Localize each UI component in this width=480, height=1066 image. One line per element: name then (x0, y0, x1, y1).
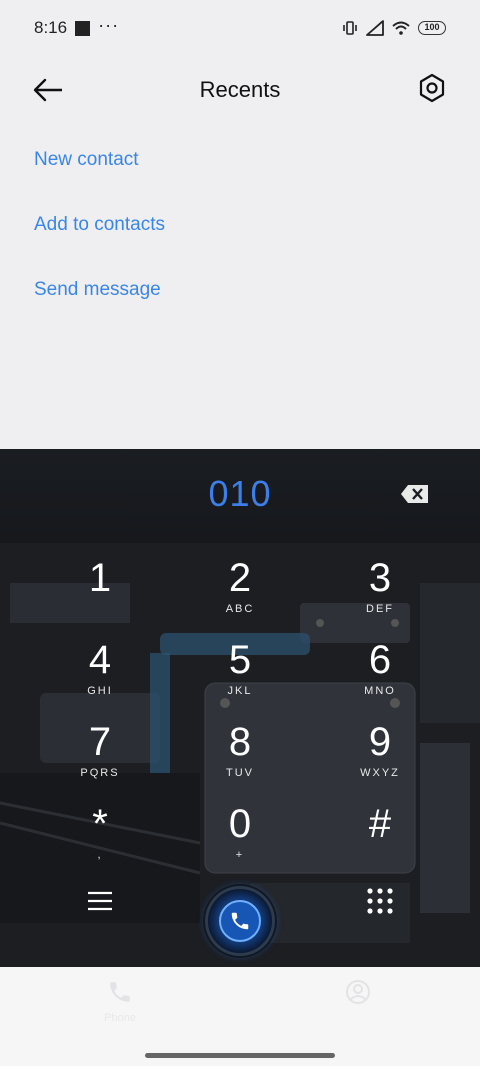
key-digit: 8 (228, 720, 252, 764)
menu-icon[interactable] (86, 889, 114, 913)
status-left: 8:16 ··· (34, 14, 120, 39)
wifi-icon (392, 21, 410, 35)
key-digit: 7 (88, 720, 112, 764)
bottom-nav: Phone (0, 967, 480, 1066)
key-letters: GHI (87, 685, 113, 697)
status-bar: 8:16 ··· 100 (0, 0, 480, 56)
phone-icon (231, 912, 249, 930)
vibrate-icon (343, 21, 357, 35)
key-digit: # (368, 802, 392, 846)
key-letters: , (97, 849, 103, 861)
key-letters: + (235, 849, 245, 861)
add-to-contacts-link[interactable]: Add to contacts (34, 205, 165, 270)
gear-icon[interactable] (416, 72, 448, 104)
home-indicator[interactable] (145, 1053, 335, 1058)
contacts-icon (346, 980, 370, 1004)
key-star[interactable]: * , (40, 801, 160, 881)
key-digit: 0 (228, 802, 252, 846)
tab-contacts[interactable] (328, 979, 388, 1010)
key-digit: 4 (88, 638, 112, 682)
key-digit: 9 (368, 720, 392, 764)
tab-phone[interactable]: Phone (90, 979, 150, 1024)
new-contact-link[interactable]: New contact (34, 140, 165, 205)
notification-square-icon (75, 20, 91, 36)
key-letters: ABC (225, 603, 255, 615)
status-right: 100 (342, 20, 446, 36)
key-6[interactable]: 6 MNO (320, 637, 440, 717)
key-digit: 3 (368, 556, 392, 600)
more-notifications-icon: ··· (98, 14, 120, 35)
call-button-inner (219, 900, 261, 942)
key-8[interactable]: 8 TUV (180, 719, 300, 799)
key-letters: WXYZ (360, 767, 400, 779)
phone-icon (110, 982, 130, 1002)
call-button[interactable] (208, 889, 272, 953)
key-digit: 5 (228, 638, 252, 682)
page-title: Recents (199, 77, 281, 102)
key-digit: * (92, 802, 108, 846)
key-letters: TUV (226, 767, 254, 779)
key-hash[interactable]: # (320, 801, 440, 881)
arrow-left-icon[interactable] (30, 74, 66, 106)
tab-phone-label: Phone (104, 1012, 136, 1024)
key-7[interactable]: 7 PQRS (40, 719, 160, 799)
dialpad-grid-icon[interactable] (366, 887, 394, 915)
key-letters: MNO (364, 685, 396, 697)
key-2[interactable]: 2 ABC (180, 555, 300, 635)
key-1[interactable]: 1 (40, 555, 160, 635)
send-message-link[interactable]: Send message (34, 270, 165, 335)
key-letters: JKL (227, 685, 253, 697)
key-5[interactable]: 5 JKL (180, 637, 300, 717)
key-digit: 6 (368, 638, 392, 682)
key-letters: PQRS (80, 767, 120, 779)
battery-icon: 100 (418, 21, 446, 35)
status-time: 8:16 (34, 18, 68, 37)
key-digit: 2 (228, 556, 252, 600)
key-digit: 1 (88, 556, 112, 600)
signal-icon (366, 20, 384, 36)
action-list: New contact Add to contacts Send message (34, 140, 165, 335)
key-3[interactable]: 3 DEF (320, 555, 440, 635)
key-letters: DEF (366, 603, 394, 615)
key-0[interactable]: 0 + (180, 801, 300, 881)
header: Recents (0, 60, 480, 120)
dialer-panel: 010 1 2 ABC 3 DEF 4 GHI 5 JKL 6 MNO 7 PQ… (0, 449, 480, 967)
key-9[interactable]: 9 WXYZ (320, 719, 440, 799)
key-4[interactable]: 4 GHI (40, 637, 160, 717)
backspace-icon[interactable] (400, 483, 430, 505)
